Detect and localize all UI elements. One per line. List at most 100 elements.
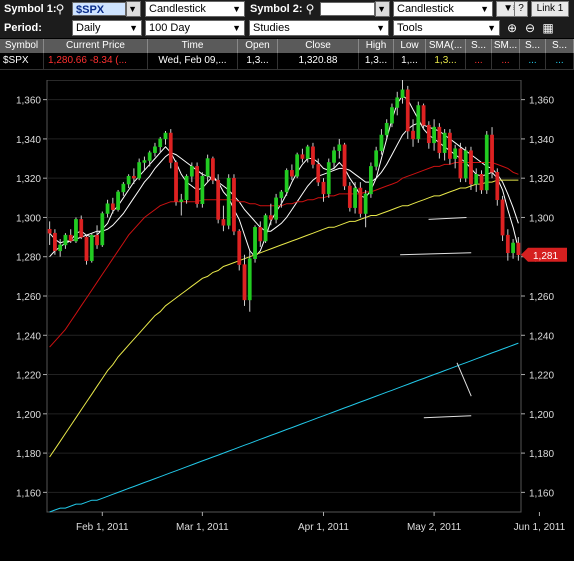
y-tick-label: 1,200 xyxy=(16,410,41,421)
y-tick-label: 1,220 xyxy=(16,371,41,382)
tools-select[interactable]: Tools ▼ xyxy=(393,20,500,36)
candle-up xyxy=(511,242,515,254)
candle-down xyxy=(195,166,199,204)
quote-table-header: Symbol Current Price Time Open Close Hig… xyxy=(0,39,574,53)
sma50-line xyxy=(49,179,519,458)
toolbar: Symbol 1: ⚲ $SPX ▼ Candlestick ▼ Symbol 2… xyxy=(0,0,574,38)
search-icon[interactable]: ⚲ xyxy=(302,1,318,17)
y-tick-label: 1,360 xyxy=(529,96,554,107)
candle-down xyxy=(358,187,363,214)
symbol1-dropdown[interactable]: ▼ xyxy=(126,1,141,17)
zoom-in-icon[interactable]: ⊕ xyxy=(504,20,520,36)
help-button[interactable]: ? xyxy=(514,1,528,17)
candle-up xyxy=(189,166,194,177)
candle-down xyxy=(95,234,99,246)
col-s4[interactable]: S... xyxy=(546,39,574,53)
col-sma[interactable]: SMA(... xyxy=(426,39,466,53)
y-tick-label: 1,280 xyxy=(16,253,41,264)
symbol2-dropdown[interactable]: ▼ xyxy=(375,1,390,17)
candle-up xyxy=(126,175,131,185)
candle-down xyxy=(232,177,236,232)
candle-down xyxy=(490,134,494,173)
symbol2-input[interactable] xyxy=(320,2,375,16)
studies-select[interactable]: Studies ▼ xyxy=(249,20,389,36)
cell-price: 1,280.66 -8.34 (... xyxy=(44,53,148,69)
symbol1-input[interactable]: $SPX xyxy=(72,2,126,16)
candle-down xyxy=(342,144,347,187)
chart-type-2-select[interactable]: Candlestick ▼ xyxy=(393,1,493,17)
candle-up xyxy=(353,187,357,208)
search-icon[interactable]: ⚲ xyxy=(52,1,68,17)
candle-up xyxy=(432,126,436,144)
link-button[interactable]: Link 1 xyxy=(531,1,569,17)
col-high[interactable]: High xyxy=(359,39,394,53)
y-tick-label: 1,240 xyxy=(16,331,41,342)
candle-up xyxy=(200,175,205,204)
y-tick-label: 1,300 xyxy=(16,213,41,224)
col-open[interactable]: Open xyxy=(238,39,278,53)
candle-down xyxy=(211,158,215,181)
candle-up xyxy=(263,215,268,242)
cell-high: 1,3... xyxy=(359,53,394,69)
candle-down xyxy=(479,174,484,191)
candle-down xyxy=(53,232,57,252)
candle-up xyxy=(384,122,389,136)
cell-s1: ... xyxy=(466,53,492,69)
col-s2[interactable]: SM... xyxy=(492,39,520,53)
period-select[interactable]: Daily ▼ xyxy=(72,20,142,36)
candle-up xyxy=(295,154,300,177)
candle-up xyxy=(137,162,142,179)
chevron-down-icon: ▼ xyxy=(232,23,241,33)
y-tick-label: 1,160 xyxy=(16,488,41,499)
candle-up xyxy=(326,162,331,195)
y-tick-label: 1,340 xyxy=(16,135,41,146)
chevron-down-icon: ▼ xyxy=(487,23,496,33)
candle-down xyxy=(237,230,242,265)
x-tick-label: Feb 1, 2011 xyxy=(76,522,129,533)
cell-open: 1,3... xyxy=(238,53,278,69)
col-time[interactable]: Time xyxy=(148,39,238,53)
candle-up xyxy=(147,152,152,161)
symbol1-label: Symbol 1: xyxy=(4,3,57,15)
col-current-price[interactable]: Current Price xyxy=(44,39,148,53)
candle-down xyxy=(516,242,521,256)
candle-up xyxy=(74,219,78,242)
candle-down xyxy=(168,132,173,163)
range-select[interactable]: 100 Day ▼ xyxy=(145,20,245,36)
zoom-out-icon[interactable]: ⊖ xyxy=(522,20,538,36)
y-tick-label: 1,180 xyxy=(529,449,554,460)
candle-up xyxy=(332,150,336,163)
y-tick-label: 1,300 xyxy=(529,213,554,224)
col-symbol[interactable]: Symbol xyxy=(0,39,44,53)
trend-line xyxy=(456,362,472,397)
candle-up xyxy=(279,191,284,199)
candle-up xyxy=(179,199,184,202)
col-s3[interactable]: S... xyxy=(520,39,546,53)
col-low[interactable]: Low xyxy=(394,39,426,53)
period-label: Period: xyxy=(4,22,42,34)
tools-value: Tools xyxy=(397,22,423,34)
y-tick-label: 1,200 xyxy=(529,410,554,421)
quote-row[interactable]: $SPX 1,280.66 -8.34 (... Wed, Feb 09,...… xyxy=(0,53,574,70)
candle-down xyxy=(47,228,52,234)
candle-up xyxy=(484,134,489,191)
candle-up xyxy=(253,227,257,259)
col-s1[interactable]: S... xyxy=(466,39,492,53)
chart-area[interactable]: 1,160 1,180 1,200 1,220 1,240 1,260 1,280 1,300… xyxy=(0,79,574,558)
cell-close: 1,320.88 xyxy=(278,53,359,69)
candle-down xyxy=(290,170,294,177)
candle-up xyxy=(184,175,189,201)
candle-up xyxy=(453,148,458,159)
candle-up xyxy=(284,170,289,193)
price-chart[interactable]: 1,160 1,180 1,200 1,220 1,240 1,260 1,280 1,300… xyxy=(0,79,574,558)
sma5-line xyxy=(49,94,519,258)
col-close[interactable]: Close xyxy=(278,39,359,53)
cell-s2: ... xyxy=(492,53,520,69)
y-tick-label: 1,360 xyxy=(16,96,41,107)
candle-up xyxy=(474,174,479,185)
candle-down xyxy=(242,264,247,301)
chart-type-1-select[interactable]: Candlestick ▼ xyxy=(145,1,245,17)
candle-down xyxy=(84,236,89,261)
grid-icon[interactable]: ▦ xyxy=(540,20,556,36)
y-tick-label: 1,320 xyxy=(529,174,554,185)
